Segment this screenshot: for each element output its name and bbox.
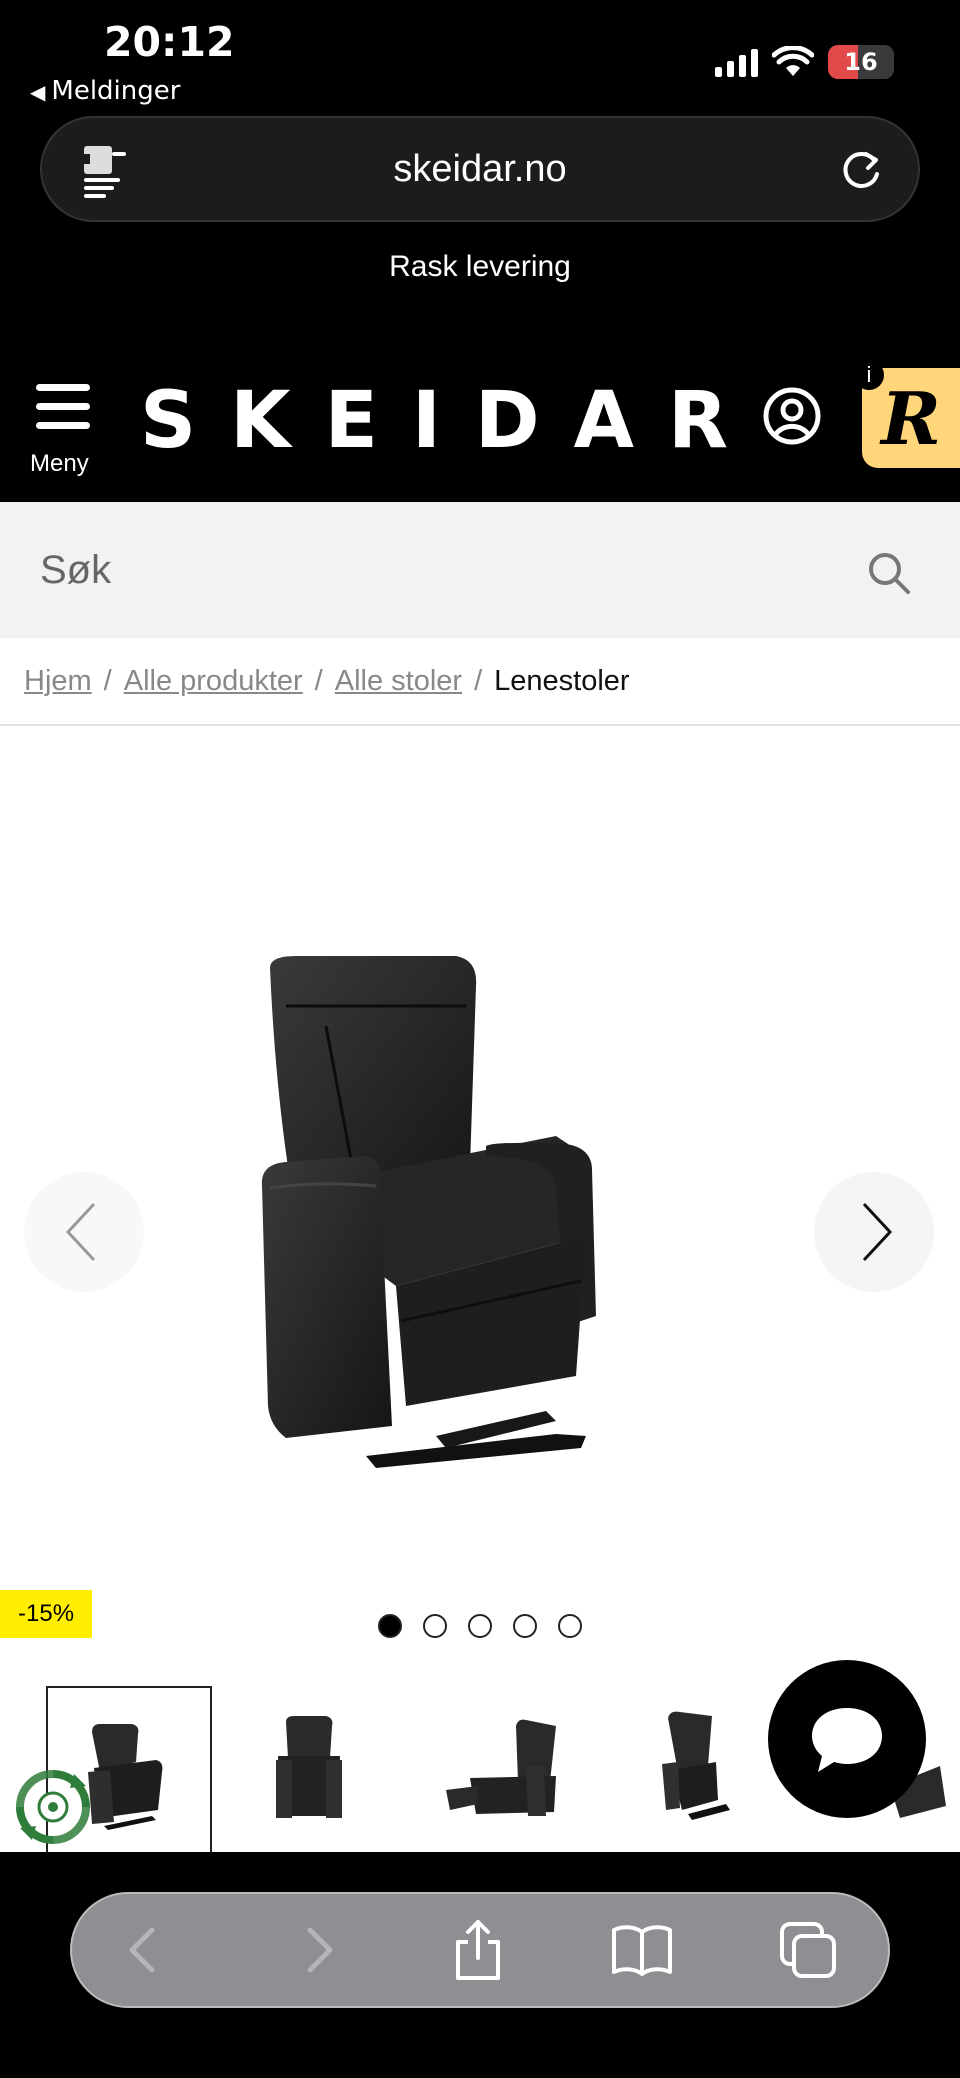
share-icon[interactable]	[446, 1918, 510, 1982]
menu-label: Meny	[30, 450, 89, 477]
info-icon[interactable]: i	[854, 360, 884, 390]
account-icon[interactable]	[762, 386, 822, 446]
breadcrumb-separator: /	[103, 664, 112, 697]
chat-bubble-icon	[812, 1708, 882, 1772]
delivery-banner: Rask levering	[389, 250, 571, 283]
menu-button[interactable]	[28, 384, 98, 441]
status-bar: 20:12 ◀ Meldinger 16	[0, 0, 960, 112]
thumbnail-3[interactable]	[406, 1686, 596, 1852]
pagination-dot[interactable]	[378, 1614, 402, 1638]
breadcrumb-link-all-products[interactable]: Alle produkter	[124, 665, 303, 698]
chat-button[interactable]	[768, 1660, 926, 1818]
back-icon[interactable]	[114, 1918, 178, 1982]
back-triangle-icon: ◀	[30, 80, 46, 104]
pagination-dot[interactable]	[423, 1614, 447, 1638]
site-logo[interactable]: SKEIDAR	[140, 376, 762, 466]
chevron-right-icon	[862, 1202, 893, 1262]
bookmarks-icon[interactable]	[610, 1918, 674, 1982]
toolbar-pill	[70, 1892, 890, 2008]
next-image-button[interactable]	[814, 1172, 934, 1292]
reload-icon[interactable]	[836, 146, 886, 196]
forward-icon[interactable]	[284, 1918, 348, 1982]
product-image[interactable]	[256, 956, 706, 1486]
search-bar	[0, 502, 960, 638]
search-icon[interactable]	[866, 550, 912, 596]
cellular-signal-icon	[715, 47, 758, 77]
back-to-app-link[interactable]: ◀ Meldinger	[30, 76, 180, 106]
address-bar[interactable]: skeidar.no	[40, 116, 920, 222]
battery-icon: 16	[828, 45, 894, 79]
pagination-dot[interactable]	[468, 1614, 492, 1638]
previous-image-button[interactable]	[24, 1172, 144, 1292]
pagination-dot[interactable]	[513, 1614, 537, 1638]
breadcrumb-separator: /	[474, 664, 483, 697]
product-gallery: -15%	[0, 726, 960, 1852]
site-header: Meny SKEIDAR R i	[0, 350, 960, 502]
pagination-dot[interactable]	[558, 1614, 582, 1638]
battery-level: 16	[844, 48, 878, 76]
status-time: 20:12	[104, 18, 235, 66]
tabs-icon[interactable]	[776, 1918, 840, 1982]
hamburger-icon	[36, 384, 90, 391]
wifi-icon	[772, 46, 814, 76]
chevron-left-icon	[65, 1202, 96, 1262]
back-app-label: Meldinger	[51, 76, 181, 106]
breadcrumb-separator: /	[314, 664, 323, 697]
status-icons: 16	[715, 44, 894, 80]
url-text: skeidar.no	[393, 148, 567, 190]
breadcrumb: Hjem / Alle produkter / Alle stoler / Le…	[0, 638, 960, 726]
thumbnail-2[interactable]	[214, 1686, 404, 1852]
image-pagination	[378, 1614, 582, 1638]
breadcrumb-link-home[interactable]: Hjem	[24, 665, 92, 698]
browser-toolbar	[0, 1852, 960, 2078]
breadcrumb-current: Lenestoler	[494, 664, 630, 697]
search-input[interactable]	[40, 542, 800, 598]
discount-badge: -15%	[0, 1590, 93, 1638]
breadcrumb-link-all-chairs[interactable]: Alle stoler	[335, 665, 462, 698]
recycle-icon[interactable]	[14, 1768, 92, 1846]
thumbnail-4[interactable]	[598, 1686, 788, 1852]
